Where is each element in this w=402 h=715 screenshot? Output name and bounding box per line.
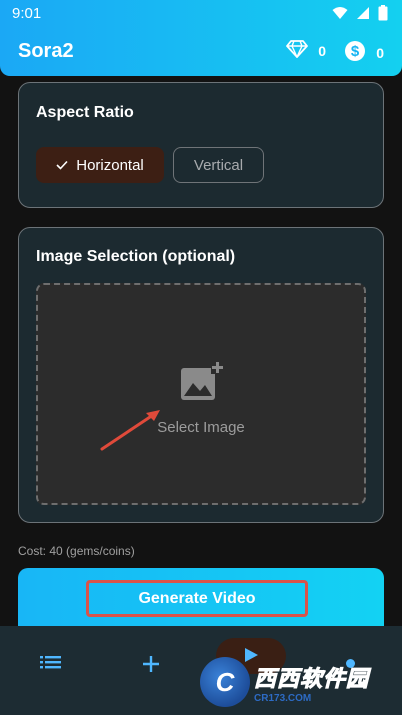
aspect-option-label: Horizontal	[76, 156, 144, 174]
wifi-icon	[332, 6, 348, 20]
generate-video-button[interactable]: Generate Video	[86, 580, 308, 617]
coins-balance[interactable]: $ 0	[344, 40, 384, 65]
status-icons	[332, 5, 388, 21]
image-selection-title: Image Selection (optional)	[36, 248, 236, 265]
generate-panel: Generate Video	[18, 568, 384, 626]
aspect-option-horizontal[interactable]: Horizontal	[36, 147, 164, 183]
list-icon[interactable]	[40, 654, 62, 675]
dollar-coin-icon: $	[344, 40, 366, 65]
watermark-logo-icon: C	[200, 657, 250, 707]
coins-count: 0	[376, 44, 384, 61]
image-selection-card: Image Selection (optional) Select Image	[18, 227, 384, 523]
check-icon	[56, 157, 68, 174]
battery-icon	[378, 5, 388, 21]
watermark-sub-text: CR173.COM	[254, 692, 312, 704]
aspect-option-label: Vertical	[193, 156, 244, 174]
gems-balance[interactable]: 0	[286, 40, 326, 61]
aspect-option-vertical[interactable]: Vertical	[173, 147, 264, 183]
watermark-main-text: 西西软件园	[253, 665, 370, 691]
aspect-ratio-title: Aspect Ratio	[36, 104, 134, 121]
add-photo-icon	[180, 361, 224, 406]
status-bar: 9:01	[0, 0, 402, 28]
aspect-ratio-card: Aspect Ratio Horizontal Vertical	[18, 82, 384, 208]
app-header: 9:01 Sora2 0 $ 0	[0, 0, 402, 76]
cost-text: Cost: 40 (gems/coins)	[18, 544, 135, 558]
svg-text:$: $	[351, 43, 360, 60]
gems-count: 0	[318, 42, 326, 59]
status-time: 9:01	[12, 5, 42, 22]
app-title: Sora2	[18, 40, 74, 62]
content-scroll-area[interactable]: Aspect Ratio Horizontal Vertical Image S…	[0, 76, 402, 626]
select-image-label: Select Image	[157, 419, 245, 436]
diamond-icon	[286, 40, 309, 61]
watermark-text: 西西软件园 CR173.COM	[253, 661, 370, 704]
annotation-arrow-icon	[98, 405, 164, 458]
plus-icon[interactable]	[141, 654, 161, 679]
select-image-dropzone[interactable]: Select Image	[36, 283, 366, 505]
watermark: C 西西软件园 CR173.COM	[200, 654, 384, 710]
signal-icon	[356, 6, 370, 20]
